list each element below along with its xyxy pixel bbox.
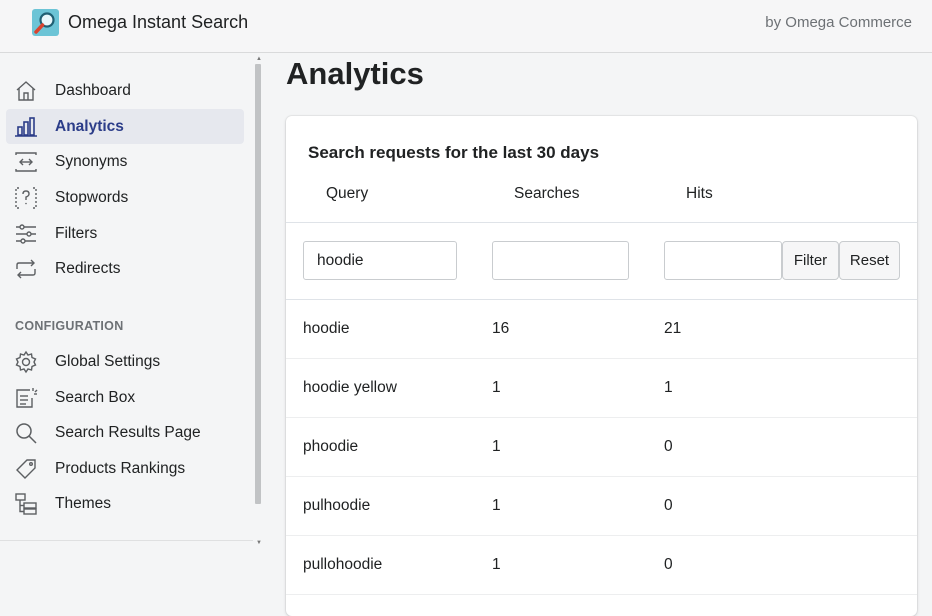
table-row: pullohoodie 1 0 (286, 536, 917, 595)
sidebar-item-label: Products Rankings (55, 460, 186, 477)
sidebar-scrollbar[interactable]: ▲ ▼ (253, 54, 263, 546)
reset-button[interactable]: Reset (839, 241, 900, 280)
sidebar-nav: Dashboard Analytics Synonyms Stopwords F… (0, 54, 263, 544)
swap-arrows-icon (14, 150, 38, 174)
search-box-icon (14, 386, 38, 410)
header-divider (286, 222, 917, 223)
sidebar-item-redirects[interactable]: Redirects (6, 251, 244, 286)
searches-cell: 1 (492, 438, 501, 455)
column-header-searches: Searches (514, 185, 580, 202)
sidebar-item-search-results-page[interactable]: Search Results Page (6, 415, 244, 450)
search-icon (14, 421, 38, 445)
table-row: hoodie yellow 1 1 (286, 359, 917, 418)
hits-cell: 21 (664, 320, 682, 337)
sidebar-item-label: Analytics (55, 118, 124, 135)
vendor-byline: by Omega Commerce (765, 14, 912, 31)
sidebar-item-label: Dashboard (55, 82, 131, 99)
tag-icon (14, 457, 38, 481)
query-cell: hoodie (303, 320, 350, 337)
page-title: Analytics (286, 56, 424, 91)
table-row: pulhoodie 1 0 (286, 477, 917, 536)
searches-filter-input[interactable] (492, 241, 629, 280)
top-bar: Omega Instant Search by Omega Commerce (0, 0, 932, 53)
column-header-query: Query (326, 185, 369, 202)
table-row: hoodie 16 21 (286, 300, 917, 359)
row-divider (286, 594, 917, 595)
hits-cell: 0 (664, 497, 673, 514)
sidebar-item-analytics[interactable]: Analytics (6, 109, 244, 144)
question-brackets-icon (14, 186, 38, 210)
sidebar-item-stopwords[interactable]: Stopwords (6, 180, 244, 215)
home-icon (14, 79, 38, 103)
query-cell: pullohoodie (303, 556, 383, 573)
sliders-icon (14, 222, 38, 246)
sidebar-item-search-box[interactable]: Search Box (6, 380, 244, 415)
scroll-up-icon[interactable]: ▲ (256, 56, 262, 62)
sidebar-divider (0, 540, 253, 541)
bar-chart-icon (14, 115, 38, 139)
gear-icon (14, 350, 38, 374)
scrollbar-thumb[interactable] (255, 64, 261, 504)
searches-cell: 1 (492, 379, 501, 396)
searches-cell: 1 (492, 556, 501, 573)
sidebar-item-label: Filters (55, 225, 98, 242)
sidebar-item-label: Search Results Page (55, 424, 201, 441)
sidebar-item-dashboard[interactable]: Dashboard (6, 73, 244, 108)
themes-icon (14, 492, 38, 516)
sidebar-item-synonyms[interactable]: Synonyms (6, 144, 244, 179)
sidebar-item-filters[interactable]: Filters (6, 216, 244, 251)
app-logo-icon (32, 9, 59, 36)
column-header-hits: Hits (686, 185, 713, 202)
analytics-card: Search requests for the last 30 days Que… (286, 116, 917, 616)
card-title: Search requests for the last 30 days (308, 143, 600, 162)
filter-button[interactable]: Filter (782, 241, 839, 280)
sidebar-item-label: Themes (55, 495, 111, 512)
searches-cell: 1 (492, 497, 501, 514)
query-cell: pulhoodie (303, 497, 371, 514)
configuration-heading: CONFIGURATION (15, 319, 124, 333)
app-title: Omega Instant Search (68, 12, 249, 32)
sidebar-item-products-rankings[interactable]: Products Rankings (6, 451, 244, 486)
sidebar-item-label: Search Box (55, 389, 136, 406)
sidebar-item-label: Synonyms (55, 153, 128, 170)
sidebar-item-global-settings[interactable]: Global Settings (6, 344, 244, 379)
table-row: phoodie 1 0 (286, 418, 917, 477)
scroll-down-icon[interactable]: ▼ (256, 540, 262, 546)
hits-cell: 0 (664, 556, 673, 573)
query-cell: phoodie (303, 438, 359, 455)
hits-filter-input[interactable] (664, 241, 782, 280)
sidebar-item-themes[interactable]: Themes (6, 486, 244, 521)
repeat-arrows-icon (14, 257, 38, 281)
sidebar-item-label: Redirects (55, 260, 121, 277)
query-filter-input[interactable] (303, 241, 457, 280)
sidebar-item-label: Stopwords (55, 189, 129, 206)
sidebar-item-label: Global Settings (55, 353, 161, 370)
hits-cell: 0 (664, 438, 673, 455)
searches-cell: 16 (492, 320, 510, 337)
hits-cell: 1 (664, 379, 673, 396)
query-cell: hoodie yellow (303, 379, 397, 396)
